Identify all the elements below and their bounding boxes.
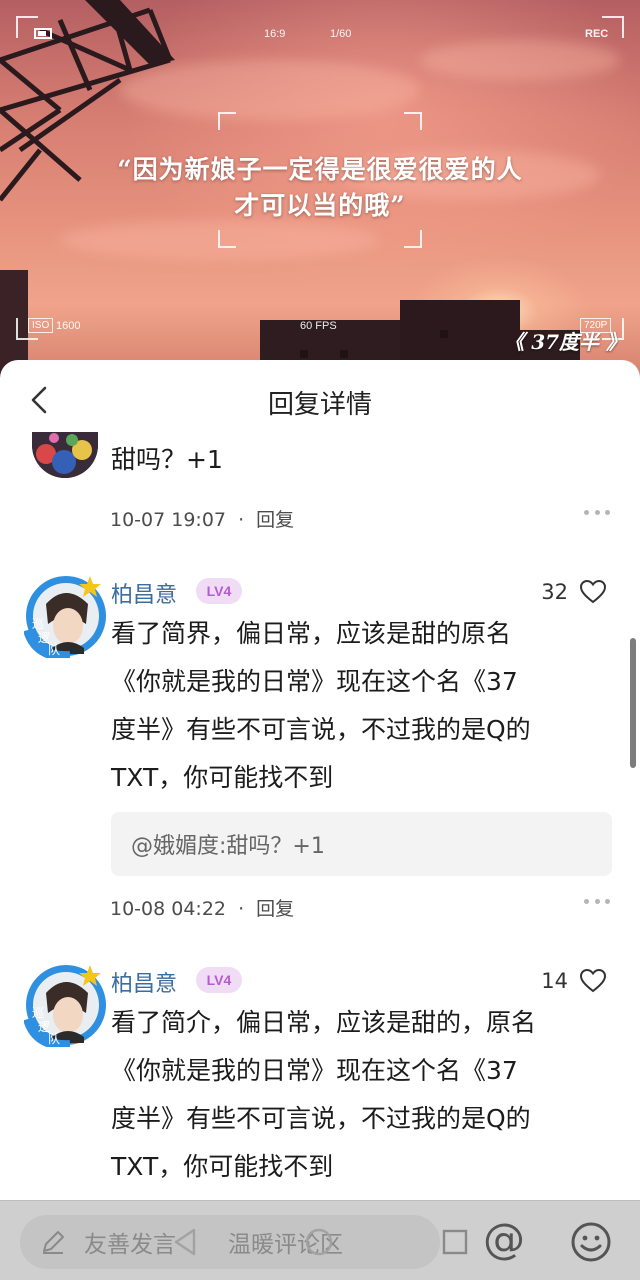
more-options-button[interactable] bbox=[584, 510, 610, 515]
meta-separator: · bbox=[238, 509, 245, 531]
avatar-image bbox=[32, 432, 98, 478]
avatar[interactable]: 巡 逻 队 bbox=[23, 574, 108, 662]
reply-link[interactable]: 回复 bbox=[256, 509, 294, 531]
quote-line-2: 才可以当的哦” bbox=[234, 191, 406, 220]
comment-line: 度半》有些不可言说，不过我的是Q的 bbox=[111, 1104, 531, 1133]
comment-input[interactable]: 友善发言 温暖评论区 bbox=[20, 1215, 440, 1269]
shutter-label: 1/60 bbox=[330, 28, 352, 40]
input-placeholder: 友善发言 bbox=[84, 1232, 176, 1258]
comment-line: TXT，你可能找不到 bbox=[111, 1152, 334, 1181]
parent-comment-text: 甜吗？+1 bbox=[111, 445, 223, 474]
heart-icon[interactable] bbox=[580, 969, 606, 993]
pencil-icon bbox=[43, 1231, 64, 1254]
quote-line-1: “因为新娘子一定得是很爱很爱的人 bbox=[117, 155, 523, 184]
badge-char: 巡 bbox=[32, 617, 44, 631]
rec-label: REC bbox=[585, 28, 609, 40]
like-count: 14 bbox=[541, 969, 568, 993]
focus-corner bbox=[218, 230, 236, 248]
iso-badge: ISO bbox=[28, 318, 54, 333]
avatar-image: 巡 逻 队 bbox=[23, 965, 106, 1051]
mention-at-icon[interactable]: @ bbox=[482, 1215, 526, 1263]
nav-home-icon[interactable] bbox=[304, 1227, 334, 1257]
more-options-button[interactable] bbox=[584, 899, 610, 904]
video-preview[interactable]: 16:9 1/60 REC ISO 1600 60 FPS 720P “因为新娘… bbox=[0, 0, 640, 380]
focus-corner bbox=[404, 112, 422, 130]
battery-icon bbox=[34, 28, 52, 39]
badge-char: 队 bbox=[48, 642, 60, 657]
comment-line: 《你就是我的日常》现在这个名《37 bbox=[111, 667, 518, 696]
comment-text: 看了简介，偏日常，应该是甜的，原名 《你就是我的日常》现在这个名《37 度半》有… bbox=[111, 999, 616, 1191]
quoted-reply[interactable]: @娥媚度:甜吗？+1 bbox=[111, 812, 612, 876]
comment-line: 看了简界，偏日常，应该是甜的原名 bbox=[111, 619, 512, 648]
emoji-icon[interactable] bbox=[570, 1221, 612, 1263]
scrollbar[interactable] bbox=[630, 638, 636, 768]
focus-corner bbox=[404, 230, 422, 248]
comment-bar: 友善发言 温暖评论区 @ bbox=[0, 1200, 640, 1280]
fps-label: 60 FPS bbox=[300, 320, 337, 332]
like-count: 32 bbox=[541, 580, 568, 604]
badge-char: 队 bbox=[48, 1031, 60, 1046]
comment-text: 看了简界，偏日常，应该是甜的原名 《你就是我的日常》现在这个名《37 度半》有些… bbox=[111, 610, 616, 802]
avatar-image: 巡 逻 队 bbox=[23, 576, 106, 662]
timestamp: 10-07 19:07 bbox=[110, 509, 227, 531]
comment-line: 看了简介，偏日常，应该是甜的，原名 bbox=[111, 1008, 537, 1037]
page-title: 回复详情 bbox=[267, 390, 372, 420]
comment-line: 《你就是我的日常》现在这个名《37 bbox=[111, 1056, 518, 1085]
username[interactable]: 柏昌意 bbox=[111, 966, 177, 998]
level-badge: LV4 bbox=[196, 578, 242, 604]
avatar[interactable]: 巡 逻 队 bbox=[23, 963, 108, 1051]
username[interactable]: 柏昌意 bbox=[111, 577, 177, 609]
reply-detail-sheet: 回复详情 甜吗？+1 10-07 19:07 · 回复 巡 逻 队 柏昌意 LV… bbox=[0, 360, 640, 1280]
nav-back-icon[interactable] bbox=[172, 1227, 198, 1257]
meta-separator: · bbox=[238, 898, 245, 920]
badge-char: 巡 bbox=[32, 1006, 44, 1020]
reply-link[interactable]: 回复 bbox=[256, 898, 294, 920]
sheet-header: 回复详情 bbox=[0, 360, 640, 438]
comment-line: TXT，你可能找不到 bbox=[111, 763, 334, 792]
heart-icon[interactable] bbox=[580, 580, 606, 604]
nav-recents-icon[interactable] bbox=[442, 1229, 468, 1255]
level-badge: LV4 bbox=[196, 967, 242, 993]
comment-meta: 10-08 04:22 · 回复 bbox=[110, 894, 294, 921]
iso-value: 1600 bbox=[56, 320, 81, 332]
focus-corner bbox=[218, 112, 236, 130]
comment-line: 度半》有些不可言说，不过我的是Q的 bbox=[111, 715, 531, 744]
avatar[interactable] bbox=[32, 432, 98, 478]
comment-meta: 10-07 19:07 · 回复 bbox=[110, 505, 294, 532]
timestamp: 10-08 04:22 bbox=[110, 898, 227, 920]
aspect-ratio-label: 16:9 bbox=[264, 28, 286, 40]
title-watermark: 《 37度半 》 bbox=[504, 330, 626, 354]
